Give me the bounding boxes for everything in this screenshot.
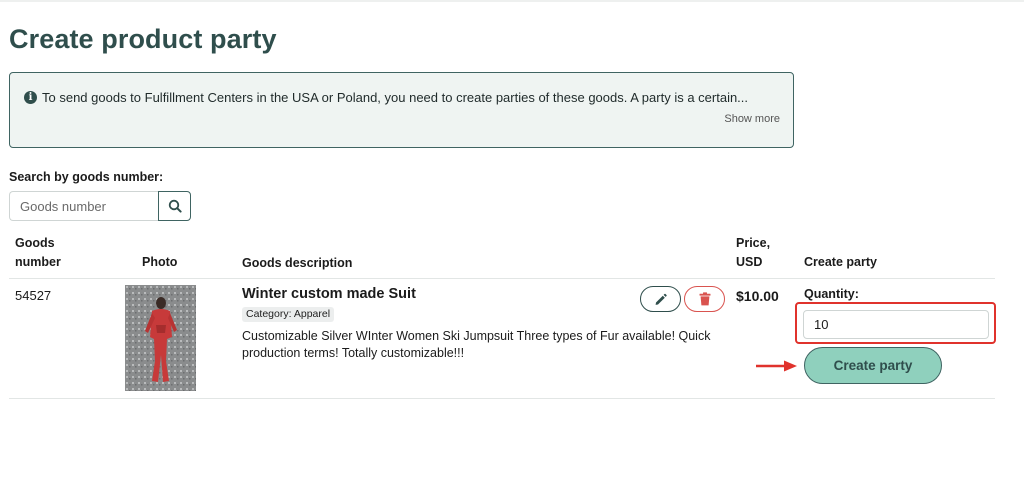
header-price-line1: Price, — [736, 236, 771, 250]
header-goods-number-line1: Goods — [15, 236, 55, 250]
create-party-button[interactable]: Create party — [804, 347, 942, 384]
header-photo: Photo — [142, 255, 178, 269]
row-divider-bottom — [9, 398, 995, 399]
header-price: Price, USD — [736, 234, 770, 272]
info-banner: i To send goods to Fulfillment Centers i… — [9, 72, 794, 148]
show-more-link[interactable]: Show more — [724, 113, 780, 125]
product-photo — [125, 285, 196, 391]
edit-button[interactable] — [640, 286, 681, 312]
info-icon: i — [24, 91, 37, 104]
price: $10.00 — [736, 288, 779, 304]
page-title: Create product party — [9, 24, 277, 54]
search-button[interactable] — [158, 191, 191, 221]
header-description: Goods description — [242, 256, 353, 270]
search-icon — [168, 199, 182, 213]
info-text: To send goods to Fulfillment Centers in … — [42, 90, 749, 105]
header-goods-number-line2: number — [15, 255, 61, 269]
row-divider — [9, 278, 995, 279]
top-divider — [0, 0, 1024, 2]
category-badge: Category: Apparel — [242, 307, 335, 322]
goods-number: 54527 — [15, 288, 52, 303]
quantity-input[interactable] — [803, 310, 989, 339]
goods-description: Customizable Silver WInter Women Ski Jum… — [242, 329, 711, 360]
header-price-line2: USD — [736, 255, 763, 269]
delete-button[interactable] — [684, 286, 725, 312]
goods-title: Winter custom made Suit — [242, 286, 416, 302]
quantity-label: Quantity: — [804, 287, 859, 301]
pencil-icon — [655, 293, 667, 305]
header-goods-number: Goods number — [15, 234, 61, 272]
search-input[interactable] — [9, 191, 159, 221]
arrow-right-icon — [756, 360, 797, 372]
trash-icon — [699, 292, 710, 306]
search-label: Search by goods number: — [9, 170, 164, 184]
header-create-party: Create party — [804, 255, 877, 269]
